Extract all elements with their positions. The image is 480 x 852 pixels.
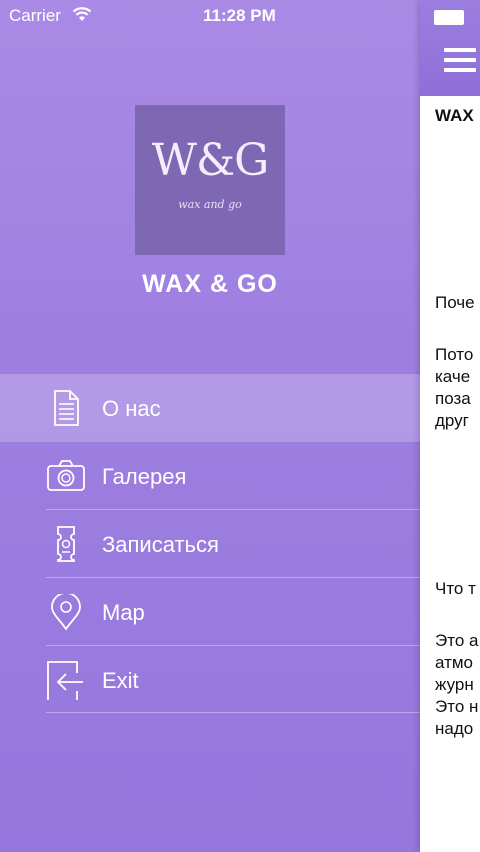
side-menu: Carrier 11:28 PM W&G wax and go WAX & GO… xyxy=(0,0,420,852)
document-icon xyxy=(54,390,79,426)
brand-title: WAX & GO xyxy=(142,270,278,298)
content-title: WAX xyxy=(435,106,474,125)
menu-item-label: Галерея xyxy=(102,464,187,489)
nav-bar xyxy=(420,0,480,96)
menu-item-label: О нас xyxy=(102,396,161,421)
logo-tagline: wax and go xyxy=(178,198,242,211)
menu-item-about[interactable]: О нас xyxy=(0,374,420,442)
menu-item-book[interactable]: Записаться xyxy=(0,510,420,578)
content-line: журн xyxy=(435,675,474,694)
menu-item-label: Map xyxy=(102,600,145,625)
hamburger-menu-icon[interactable] xyxy=(444,48,476,74)
logo-mark: W&G xyxy=(151,135,270,186)
content-line: каче xyxy=(435,367,471,386)
content-line: друг xyxy=(435,411,469,430)
battery-icon xyxy=(434,10,464,25)
camera-icon xyxy=(47,460,85,491)
map-pin-icon xyxy=(51,594,81,630)
ticket-icon xyxy=(57,526,75,562)
content-line: Что т xyxy=(435,579,476,598)
exit-icon xyxy=(47,661,83,700)
content-line: Поче xyxy=(435,293,475,312)
menu-item-label: Записаться xyxy=(102,532,219,557)
content-line: надо xyxy=(435,719,474,738)
menu-item-map[interactable]: Map xyxy=(0,578,420,646)
status-bar: Carrier 11:28 PM xyxy=(0,0,420,32)
content-line: Это а xyxy=(435,631,479,650)
status-time: 11:28 PM xyxy=(203,6,276,25)
menu-item-label: Exit xyxy=(102,668,139,693)
menu-item-gallery[interactable]: Галерея xyxy=(0,442,420,510)
menu-item-exit[interactable]: Exit xyxy=(0,646,420,714)
content-line: Это н xyxy=(435,697,479,716)
content-panel[interactable]: WAX Поче Пото каче поза друг Что т Это а… xyxy=(420,0,480,852)
carrier-label: Carrier xyxy=(9,6,61,25)
menu-divider xyxy=(46,712,420,713)
wifi-icon xyxy=(72,7,92,21)
content-line: поза xyxy=(435,389,471,408)
content-line: Пото xyxy=(435,345,474,364)
content-line: атмо xyxy=(435,653,474,672)
brand-logo: W&G wax and go xyxy=(135,105,285,255)
